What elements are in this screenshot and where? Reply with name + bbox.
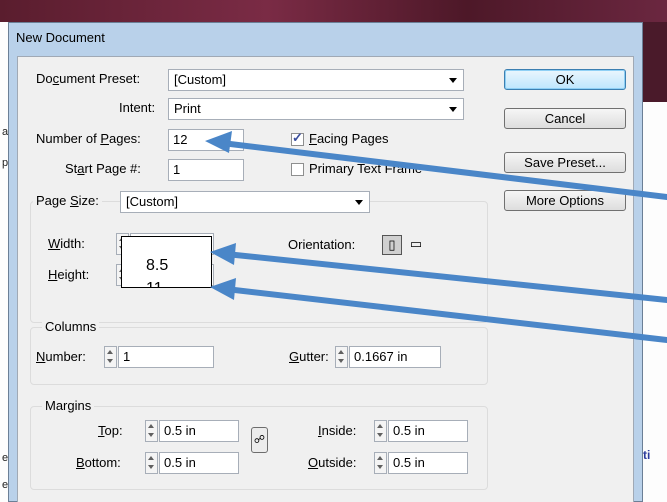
- arrowhead: [210, 243, 236, 265]
- arrowhead: [210, 278, 236, 300]
- arrowhead: [205, 131, 232, 153]
- arrow-to-height: [223, 286, 667, 343]
- arrow-to-pages: [219, 140, 667, 200]
- arrow-to-width: [223, 251, 667, 303]
- annotation-arrows: [205, 131, 667, 343]
